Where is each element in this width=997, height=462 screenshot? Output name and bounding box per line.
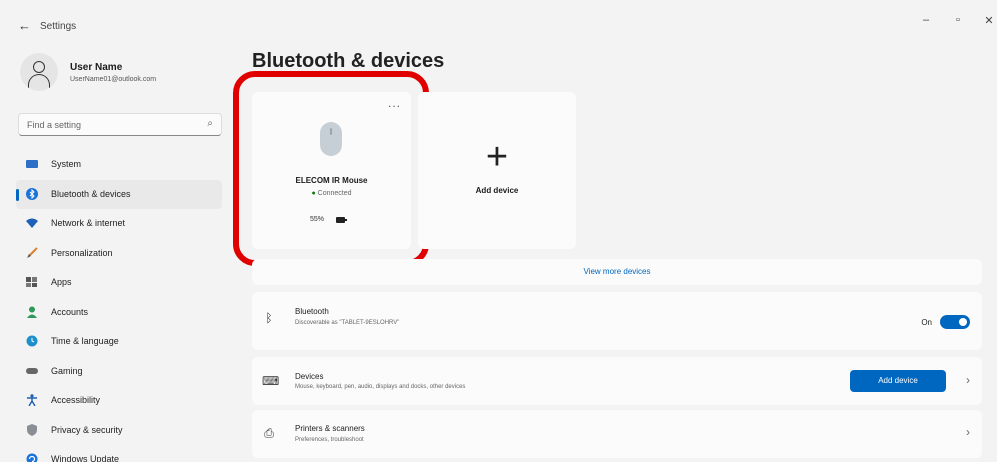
view-more-devices-link[interactable]: View more devices [252, 267, 982, 276]
sidebar-item-label: Privacy & security [51, 424, 123, 435]
sidebar-nav: System Bluetooth & devices Network & int… [16, 150, 222, 462]
active-indicator [16, 188, 19, 201]
add-device-card[interactable]: + Add device [418, 92, 576, 249]
add-device-label: Add device [475, 186, 519, 195]
printers-title: Printers & scanners [295, 424, 365, 433]
system-icon [26, 158, 38, 170]
devices-icon: ⌨ [262, 374, 280, 388]
highlight-outline [233, 71, 429, 266]
printer-icon: ⎙ [264, 426, 274, 440]
sidebar-item-label: Gaming [51, 365, 83, 376]
update-icon [26, 453, 38, 462]
page-title: Bluetooth & devices [252, 50, 445, 72]
settings-window: ← Settings – ▫ ✕ User Name UserName01@ou… [0, 0, 997, 462]
sidebar-item-label: Time & language [51, 336, 119, 346]
bluetooth-toggle-label: On [921, 318, 932, 327]
person-body-icon [28, 74, 50, 88]
apps-icon [26, 276, 38, 288]
sidebar-item-label: Accessibility [51, 395, 101, 405]
search-placeholder: Find a setting [27, 120, 82, 130]
title-bar: ← Settings – ▫ ✕ [0, 0, 997, 40]
bluetooth-row: ᛒ Bluetooth Discoverable as "TABLET-9ESL… [252, 292, 982, 350]
person-icon [26, 306, 38, 318]
plus-icon: + [485, 136, 509, 178]
shield-icon [26, 423, 38, 436]
sidebar-item-label: Bluetooth & devices [51, 188, 131, 199]
add-device-button[interactable]: Add device [850, 370, 946, 392]
bluetooth-toggle[interactable] [940, 315, 970, 329]
bluetooth-icon: ᛒ [265, 311, 273, 325]
chevron-right-icon[interactable]: › [966, 425, 970, 439]
close-icon[interactable]: ✕ [977, 14, 997, 27]
bluetooth-icon [26, 187, 38, 200]
devices-row[interactable]: ⌨ Devices Mouse, keyboard, pen, audio, d… [252, 357, 982, 405]
chevron-right-icon[interactable]: › [966, 373, 970, 387]
sidebar-item-label: System [51, 159, 82, 169]
bluetooth-subtitle: Discoverable as "TABLET-9ESLOHRV" [295, 320, 400, 326]
search-icon: ⌕ [207, 118, 213, 129]
sidebar-item-label: Apps [51, 277, 72, 287]
sidebar-item-network[interactable]: Network & internet [16, 209, 222, 239]
sidebar-item-apps[interactable]: Apps [16, 268, 222, 298]
devices-title: Devices [295, 372, 324, 381]
sidebar-item-label: Windows Update [51, 454, 120, 462]
avatar[interactable] [20, 53, 58, 91]
wifi-icon [26, 217, 38, 229]
devices-subtitle: Mouse, keyboard, pen, audio, displays an… [295, 384, 466, 390]
user-name: User Name [70, 62, 123, 73]
sidebar-item-windows-update[interactable]: Windows Update [16, 445, 222, 462]
back-arrow-icon[interactable]: ← [18, 18, 31, 33]
sidebar-item-time-language[interactable]: Time & language [16, 327, 222, 357]
printers-row[interactable]: ⎙ Printers & scanners Preferences, troub… [252, 410, 982, 458]
sidebar-item-accessibility[interactable]: Accessibility [16, 386, 222, 416]
bluetooth-title: Bluetooth [295, 307, 329, 316]
sidebar-item-label: Network & internet [51, 218, 126, 228]
search-input[interactable]: Find a setting ⌕ [18, 113, 222, 136]
sidebar-item-bluetooth[interactable]: Bluetooth & devices [16, 179, 222, 209]
printers-subtitle: Preferences, troubleshoot [295, 437, 364, 443]
sidebar-item-label: Accounts [51, 306, 89, 317]
brush-icon [26, 246, 38, 259]
sidebar-item-label: Personalization [51, 247, 113, 258]
sidebar-item-personalization[interactable]: Personalization [16, 239, 222, 269]
view-more-row: View more devices [252, 259, 982, 285]
maximize-icon[interactable]: ▫ [946, 14, 970, 26]
sidebar-item-gaming[interactable]: Gaming [16, 357, 222, 387]
minimize-icon[interactable]: – [914, 14, 938, 26]
sidebar-item-privacy-security[interactable]: Privacy & security [16, 416, 222, 446]
accessibility-icon [26, 394, 38, 407]
gamepad-icon [26, 365, 38, 377]
app-title: Settings [40, 21, 77, 32]
globe-clock-icon [26, 335, 38, 347]
person-head-icon [33, 61, 45, 73]
user-email: UserName01@outlook.com [70, 76, 157, 83]
sidebar-item-system[interactable]: System [16, 150, 222, 180]
sidebar-item-accounts[interactable]: Accounts [16, 298, 222, 328]
